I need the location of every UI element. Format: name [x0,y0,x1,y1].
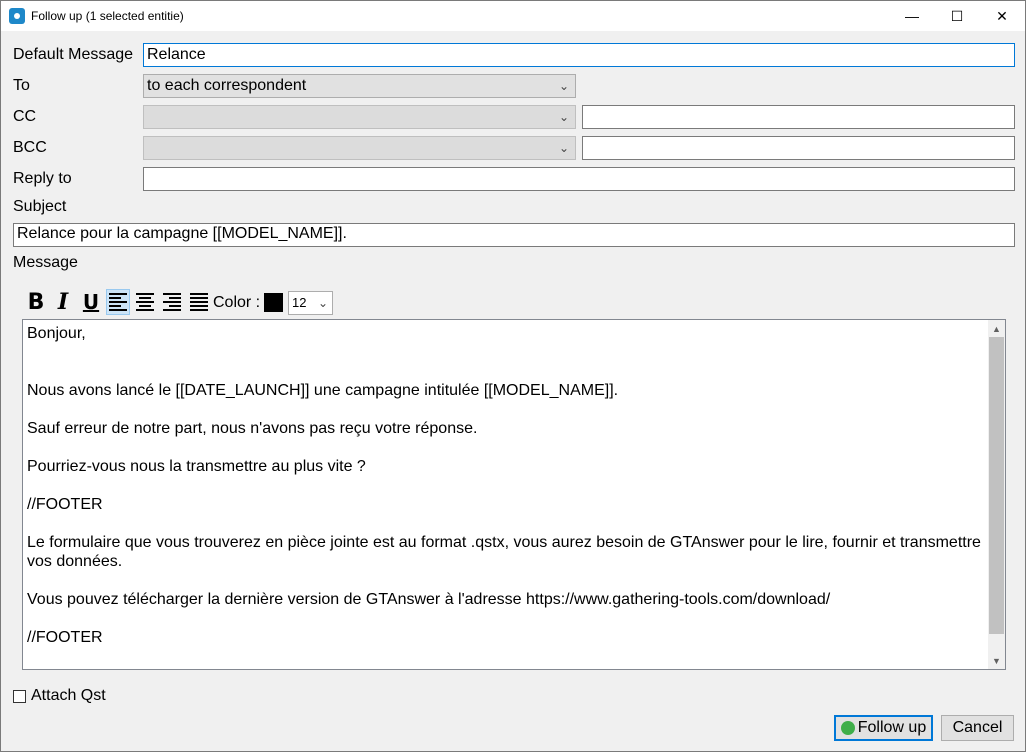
close-button[interactable]: ✕ [979,1,1025,31]
follow-up-icon [840,721,855,735]
chevron-down-icon: ⌄ [558,79,569,93]
align-center-icon [136,293,154,311]
cc-input[interactable] [582,105,1015,129]
cc-select[interactable]: ⌄ [143,105,576,129]
minimize-button[interactable]: — [889,1,935,31]
cc-label: CC [13,108,37,125]
title-bar: Follow up (1 selected entitie) — ☐ ✕ [1,1,1025,31]
reply-to-label: Reply to [13,170,72,187]
vertical-scrollbar[interactable]: ▲ ▼ [988,320,1005,669]
align-center-button[interactable] [133,289,157,315]
to-label: To [13,77,30,94]
underline-button[interactable]: U [79,289,103,315]
maximize-button[interactable]: ☐ [934,1,980,31]
chevron-down-icon: ⌄ [558,110,569,124]
to-select-value: to each correspondent [147,77,307,94]
subject-label: Subject [13,198,67,215]
follow-up-label: Follow up [857,719,927,736]
justify-button[interactable] [187,289,211,315]
message-editor[interactable]: Bonjour, Nous avons lancé le [[DATE_LAUN… [22,319,1006,670]
scroll-up-icon[interactable]: ▲ [988,320,1005,337]
color-label: Color : [213,294,261,311]
default-message-input[interactable]: Relance [143,43,1015,67]
attach-qst-checkbox[interactable] [13,690,26,703]
font-size-select[interactable]: 12 ⌄ [288,291,333,315]
default-message-label: Default Message [13,46,134,63]
italic-button[interactable]: I [51,289,75,315]
chevron-down-icon: ⌄ [558,141,569,155]
align-left-icon [109,293,127,311]
color-swatch[interactable] [264,293,283,312]
align-right-button[interactable] [160,289,184,315]
follow-up-button[interactable]: Follow up [834,715,933,741]
bcc-select[interactable]: ⌄ [143,136,576,160]
bcc-input[interactable] [582,136,1015,160]
reply-to-input[interactable] [143,167,1015,191]
scroll-thumb[interactable] [989,337,1004,634]
message-body[interactable]: Bonjour, Nous avons lancé le [[DATE_LAUN… [27,324,983,647]
justify-icon [190,293,208,311]
cancel-button[interactable]: Cancel [941,715,1014,741]
subject-input[interactable]: Relance pour la campagne [[MODEL_NAME]]. [13,223,1015,247]
bcc-label: BCC [13,139,47,156]
scroll-down-icon[interactable]: ▼ [988,652,1005,669]
to-select[interactable]: to each correspondent ⌄ [143,74,576,98]
bold-button[interactable]: B [24,289,48,315]
app-icon [9,8,25,24]
align-left-button[interactable] [106,289,130,315]
attach-qst-label: Attach Qst [31,687,106,704]
message-label: Message [13,254,78,271]
chevron-down-icon: ⌄ [317,296,328,310]
align-right-icon [163,293,181,311]
follow-up-dialog: Follow up (1 selected entitie) — ☐ ✕ Def… [0,0,1026,752]
font-size-value: 12 [292,295,307,310]
window-title: Follow up (1 selected entitie) [31,9,184,23]
